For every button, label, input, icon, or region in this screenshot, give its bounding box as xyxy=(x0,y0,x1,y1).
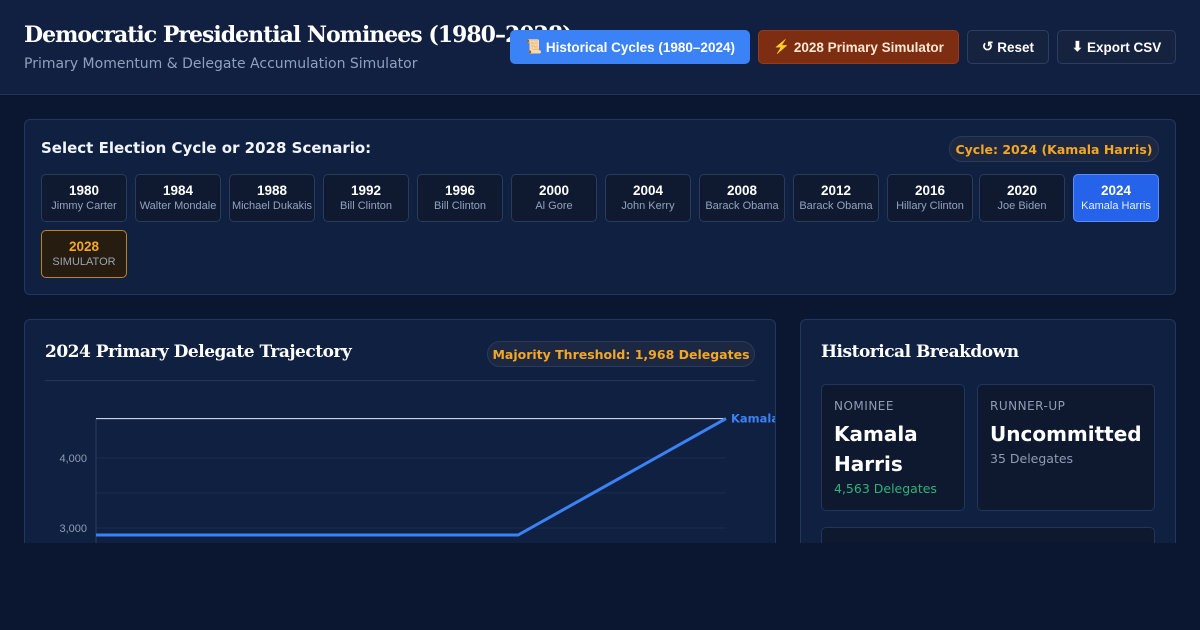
cycle-selector-label: Select Election Cycle or 2028 Scenario: xyxy=(41,139,372,157)
cycle-button-1996[interactable]: 1996 Bill Clinton xyxy=(417,174,503,222)
cycle-year: 1992 xyxy=(350,183,382,198)
breakdown-title: Historical Breakdown xyxy=(821,342,1019,362)
cycle-button-2028-simulator[interactable]: 2028 SIMULATOR xyxy=(41,230,127,278)
trajectory-chart: 3,000 4,000 Kamala Harris (4,563) xyxy=(59,412,776,578)
cycle-nominee: Bill Clinton xyxy=(340,200,392,212)
series-line xyxy=(96,417,727,537)
historical-cycles-label: Historical Cycles (1980–2024) xyxy=(545,39,735,55)
page-subtitle: Primary Momentum & Delegate Accumulation… xyxy=(24,56,418,72)
cycle-nominee: John Kerry xyxy=(621,200,675,212)
cycle-nominee: Hillary Clinton xyxy=(896,200,964,212)
historical-cycles-button[interactable]: 📜 Historical Cycles (1980–2024) xyxy=(510,30,750,64)
cycle-button-2020[interactable]: 2020 Joe Biden xyxy=(979,174,1065,222)
cycle-year: 1996 xyxy=(444,183,476,198)
current-cycle-badge: Cycle: 2024 (Kamala Harris) xyxy=(949,136,1159,162)
cycle-button-1992[interactable]: 1992 Bill Clinton xyxy=(323,174,409,222)
reset-icon: ↺ xyxy=(981,39,994,54)
cycle-nominee: SIMULATOR xyxy=(52,256,116,268)
primary-simulator-button[interactable]: ⚡ 2028 Primary Simulator xyxy=(758,30,959,64)
cycle-year: 1988 xyxy=(256,183,288,198)
nominee-label: NOMINEE xyxy=(834,399,894,413)
export-csv-button[interactable]: ⬇ Export CSV xyxy=(1057,30,1176,64)
cycle-button-2008[interactable]: 2008 Barack Obama xyxy=(699,174,785,222)
trajectory-chart-panel: 2024 Primary Delegate Trajectory Majorit… xyxy=(24,319,776,579)
cycle-year: 2000 xyxy=(538,183,570,198)
cycle-button-2000[interactable]: 2000 Al Gore xyxy=(511,174,597,222)
cycle-nominee: Joe Biden xyxy=(997,200,1047,212)
download-icon: ⬇ xyxy=(1071,39,1084,54)
cycle-year: 2012 xyxy=(820,183,852,198)
cycle-selector-panel: Select Election Cycle or 2028 Scenario: … xyxy=(24,119,1176,295)
series-end-label: Kamala Harris (4,563) xyxy=(731,412,776,426)
runner-up-name: Uncommitted xyxy=(990,422,1142,446)
app-header: Democratic Presidential Nominees (1980–2… xyxy=(0,0,1200,95)
primary-simulator-label: 2028 Primary Simulator xyxy=(793,39,944,55)
cycle-nominee: Michael Dukakis xyxy=(231,200,313,212)
cycle-nominee: Barack Obama xyxy=(799,200,873,212)
cycle-year: 1984 xyxy=(162,183,194,198)
page-bottom xyxy=(0,543,1200,630)
lightning-icon: ⚡ xyxy=(773,39,790,54)
cycle-button-1984[interactable]: 1984 Walter Mondale xyxy=(135,174,221,222)
nominee-delegates: 4,563 Delegates xyxy=(834,481,937,496)
cycle-button-2004[interactable]: 2004 John Kerry xyxy=(605,174,691,222)
cycle-year: 2004 xyxy=(632,183,664,198)
historical-breakdown-panel: Historical Breakdown NOMINEE Kamala Harr… xyxy=(800,319,1176,579)
export-csv-label: Export CSV xyxy=(1087,39,1162,55)
cycle-button-2024[interactable]: 2024 Kamala Harris xyxy=(1073,174,1159,222)
nominee-card: NOMINEE Kamala Harris 4,563 Delegates xyxy=(821,384,965,511)
cycle-year: 2008 xyxy=(726,183,758,198)
runner-up-card: RUNNER-UP Uncommitted 35 Delegates xyxy=(977,384,1155,511)
cycle-year: 2028 xyxy=(68,239,100,254)
y-tick-label: 4,000 xyxy=(59,453,87,465)
cycle-year: 2016 xyxy=(914,183,946,198)
cycle-year: 1980 xyxy=(68,183,100,198)
cycle-year: 2024 xyxy=(1100,183,1132,198)
page-title: Democratic Presidential Nominees (1980–2… xyxy=(24,22,573,48)
runner-up-delegates: 35 Delegates xyxy=(990,451,1074,466)
cycle-nominee: Barack Obama xyxy=(705,200,779,212)
y-tick-label: 3,000 xyxy=(59,523,87,535)
scroll-icon: 📜 xyxy=(525,39,542,54)
cycle-nominee: Jimmy Carter xyxy=(51,200,117,212)
cycle-button-1980[interactable]: 1980 Jimmy Carter xyxy=(41,174,127,222)
cycle-nominee: Kamala Harris xyxy=(1081,200,1151,212)
cycle-year: 2020 xyxy=(1006,183,1038,198)
reset-label: Reset xyxy=(997,39,1035,55)
cycle-nominee: Walter Mondale xyxy=(139,200,217,212)
runner-up-label: RUNNER-UP xyxy=(990,399,1066,413)
cycle-button-1988[interactable]: 1988 Michael Dukakis xyxy=(229,174,315,222)
cycle-button-2016[interactable]: 2016 Hillary Clinton xyxy=(887,174,973,222)
cycle-button-2012[interactable]: 2012 Barack Obama xyxy=(793,174,879,222)
cycle-nominee: Bill Clinton xyxy=(434,200,486,212)
nominee-name: Kamala Harris xyxy=(834,422,918,476)
cycle-nominee: Al Gore xyxy=(535,200,573,212)
reset-button[interactable]: ↺ Reset xyxy=(967,30,1049,64)
